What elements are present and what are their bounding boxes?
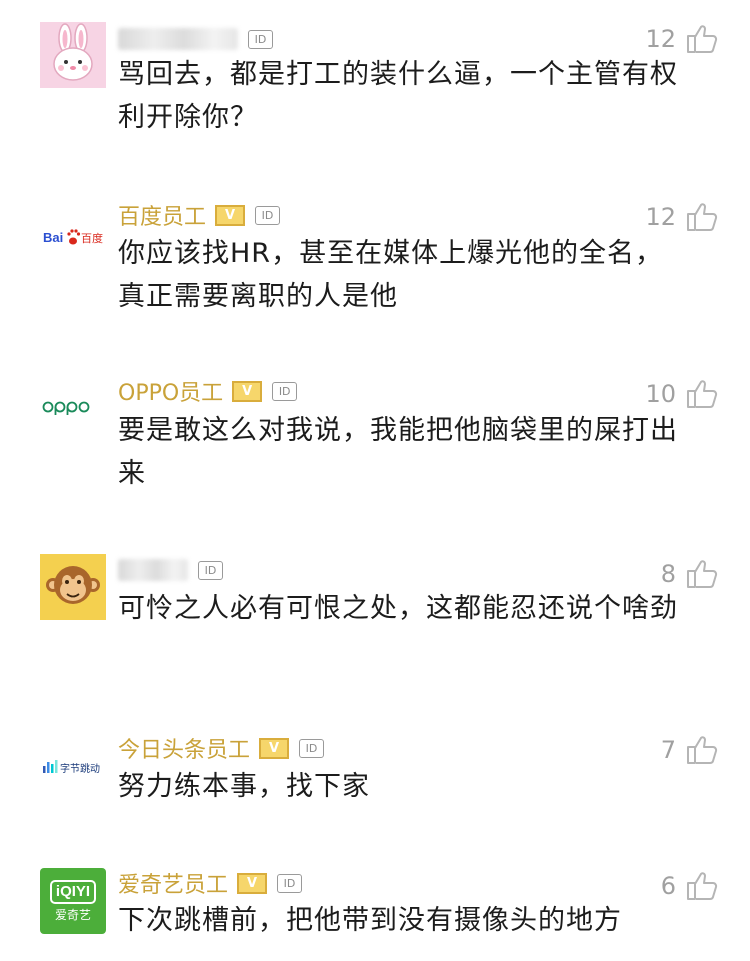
baidu-logo-icon: Bai 百度 bbox=[41, 223, 105, 249]
thumbs-up-icon bbox=[686, 379, 718, 409]
comment-meta: 百度员工 V ID bbox=[118, 198, 281, 232]
thumbs-up-icon bbox=[686, 202, 718, 232]
oppo-logo-icon bbox=[40, 397, 106, 421]
id-badge: ID bbox=[248, 29, 273, 49]
iqiyi-logo-icon: iQIYI 爱奇艺 bbox=[49, 880, 97, 922]
like-button[interactable]: 7 bbox=[661, 733, 718, 767]
thumbs-up-icon bbox=[686, 24, 718, 54]
rabbit-avatar-icon bbox=[40, 22, 106, 88]
verified-badge: V bbox=[232, 380, 263, 402]
svg-text:Bai: Bai bbox=[43, 230, 63, 245]
id-badge: ID bbox=[272, 381, 298, 401]
avatar[interactable] bbox=[40, 376, 106, 442]
like-count: 12 bbox=[645, 203, 676, 231]
comment-meta: 爱奇艺员工 V ID bbox=[118, 866, 303, 900]
like-button[interactable]: 8 bbox=[661, 557, 718, 591]
monkey-avatar-icon bbox=[40, 554, 106, 620]
avatar[interactable]: iQIYI 爱奇艺 bbox=[40, 868, 106, 934]
iqiyi-logo-text: iQIYI bbox=[49, 880, 97, 904]
like-button[interactable]: 10 bbox=[645, 377, 718, 411]
like-count: 8 bbox=[660, 560, 676, 588]
like-count: 7 bbox=[660, 736, 676, 764]
bytedance-logo-icon: 字节跳动 bbox=[41, 754, 105, 780]
verified-badge: V bbox=[259, 737, 290, 759]
like-button[interactable]: 12 bbox=[645, 22, 718, 56]
verified-badge: V bbox=[237, 872, 268, 894]
comment-text: 你应该找HR，甚至在媒体上爆光他的全名，真正需要离职的人是他 bbox=[118, 238, 664, 312]
comment-meta: ID bbox=[118, 22, 273, 56]
like-count: 10 bbox=[645, 380, 676, 408]
comment-text: 可怜之人必有可恨之处，这都能忍还说个啥劲 bbox=[118, 593, 678, 624]
comment-text: 努力练本事，找下家 bbox=[118, 771, 370, 802]
id-badge: ID bbox=[255, 205, 281, 225]
id-badge: ID bbox=[277, 873, 303, 893]
svg-text:百度: 百度 bbox=[81, 231, 103, 245]
svg-text:字节跳动: 字节跳动 bbox=[60, 762, 100, 775]
username-blurred[interactable] bbox=[118, 559, 188, 581]
thumbs-up-icon bbox=[686, 559, 718, 589]
like-count: 6 bbox=[660, 872, 676, 900]
id-badge: ID bbox=[299, 738, 325, 758]
verified-badge: V bbox=[215, 204, 246, 226]
avatar[interactable]: Bai 百度 bbox=[40, 203, 106, 269]
username[interactable]: 今日头条员工 bbox=[118, 732, 250, 764]
comment-meta: ID bbox=[118, 553, 223, 587]
comment-text: 下次跳槽前，把他带到没有摄像头的地方 bbox=[118, 905, 622, 936]
username[interactable]: 爱奇艺员工 bbox=[118, 867, 228, 899]
comment-meta: 今日头条员工 V ID bbox=[118, 731, 325, 765]
comment-text: 要是敢这么对我说，我能把他脑袋里的屎打出来 bbox=[118, 415, 678, 489]
avatar[interactable] bbox=[40, 554, 106, 620]
iqiyi-logo-caption: 爱奇艺 bbox=[54, 908, 91, 922]
thumbs-up-icon bbox=[686, 871, 718, 901]
comment-meta: OPPO员工 V ID bbox=[118, 374, 298, 408]
username-blurred[interactable] bbox=[118, 28, 238, 50]
id-badge: ID bbox=[198, 560, 223, 580]
comment-text: 骂回去，都是打工的装什么逼，一个主管有权利开除你？ bbox=[118, 59, 678, 133]
like-count: 12 bbox=[645, 25, 676, 53]
like-button[interactable]: 12 bbox=[645, 200, 718, 234]
username[interactable]: 百度员工 bbox=[118, 199, 206, 231]
thumbs-up-icon bbox=[686, 735, 718, 765]
username[interactable]: OPPO员工 bbox=[118, 375, 223, 407]
avatar[interactable] bbox=[40, 22, 106, 88]
like-button[interactable]: 6 bbox=[661, 869, 718, 903]
avatar[interactable]: 字节跳动 bbox=[40, 734, 106, 800]
